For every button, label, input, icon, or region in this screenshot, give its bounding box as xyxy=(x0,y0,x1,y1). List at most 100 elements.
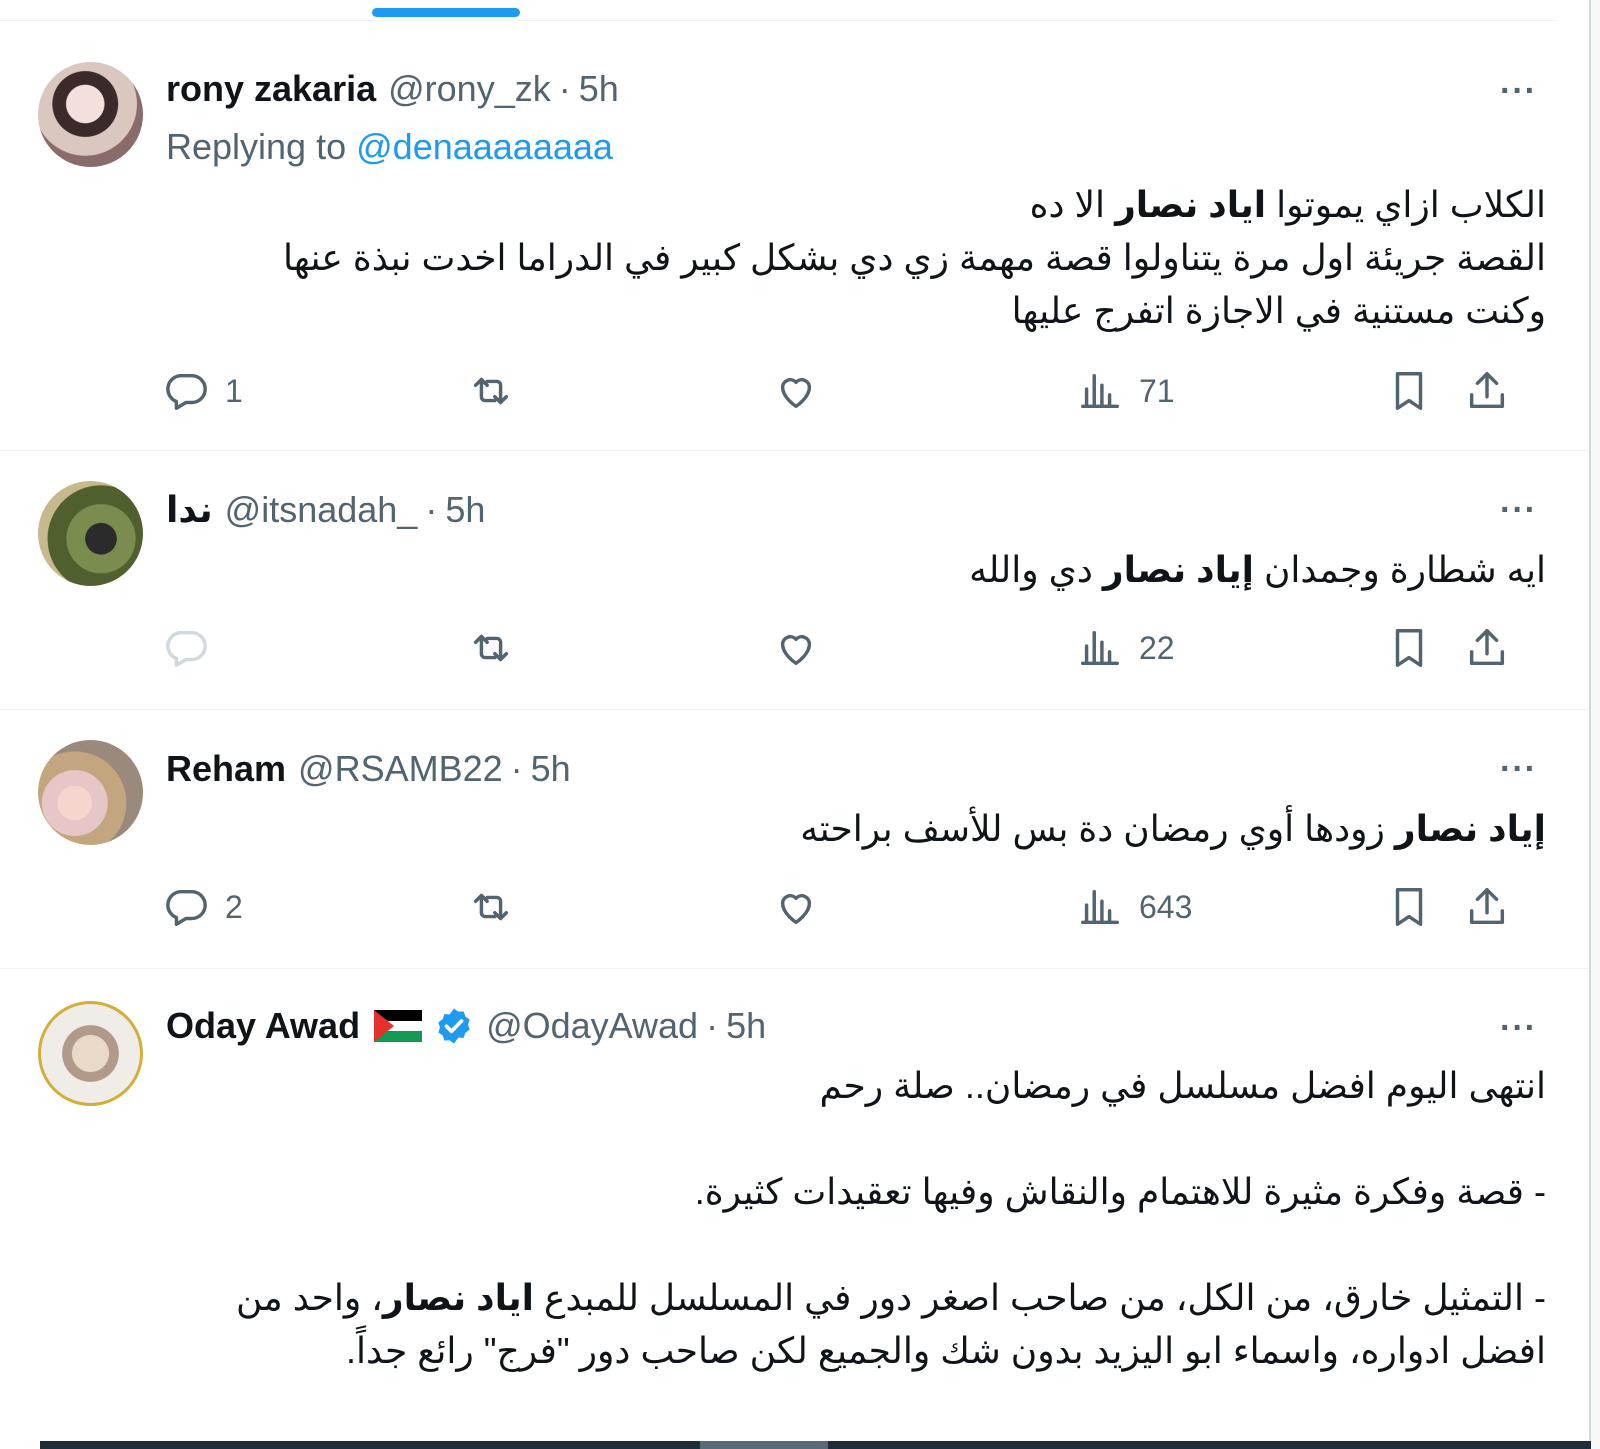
tweet-line: انتهى اليوم افضل مسلسل في رمضان.. صلة رح… xyxy=(819,1065,1546,1106)
views-button[interactable]: 22 xyxy=(1077,625,1175,671)
tweet-header: Reham @RSAMB22 · 5h xyxy=(166,748,571,790)
reply-button[interactable] xyxy=(163,625,225,671)
retweet-button[interactable] xyxy=(468,884,514,930)
views-icon xyxy=(1081,373,1119,409)
separator-dot: · xyxy=(510,748,523,789)
tweet-line: - قصة وفكرة مثيرة للاهتمام والنقاش وفيها… xyxy=(694,1171,1546,1212)
timestamp[interactable]: 5h xyxy=(445,489,485,531)
separator-dot: · xyxy=(425,489,438,530)
retweet-button[interactable] xyxy=(468,368,514,414)
user-name[interactable]: ندا xyxy=(166,489,213,531)
tweet[interactable]: rony zakaria @rony_zk · 5h ··· Replying … xyxy=(0,32,1589,451)
user-handle[interactable]: @RSAMB22 xyxy=(298,748,503,790)
tweet-line: وكنت مستنية في الاجازة اتفرج عليها xyxy=(1011,290,1546,331)
like-button[interactable] xyxy=(773,368,819,414)
user-name[interactable]: rony zakaria xyxy=(166,68,376,110)
like-button[interactable] xyxy=(773,625,819,671)
reply-count: 1 xyxy=(225,372,243,409)
avatar[interactable] xyxy=(38,740,143,845)
like-button[interactable] xyxy=(773,884,819,930)
reply-button[interactable]: 2 xyxy=(163,884,243,930)
tweet-header: ندا @itsnadah_ · 5h xyxy=(166,489,485,531)
views-button[interactable]: 71 xyxy=(1077,368,1175,414)
timestamp[interactable]: 5h xyxy=(726,1005,766,1047)
views-count: 643 xyxy=(1139,888,1193,925)
top-tabs-bar xyxy=(0,0,1558,21)
tweet-line: القصة جريئة اول مرة يتناولوا قصة مهمة زي… xyxy=(282,237,1546,278)
bookmark-icon xyxy=(1395,629,1423,667)
scrollbar-thumb[interactable] xyxy=(700,1441,828,1449)
separator-dot: · xyxy=(558,68,571,109)
share-icon xyxy=(1469,372,1505,409)
bookmark-button[interactable] xyxy=(1386,884,1432,930)
user-name[interactable]: Oday Awad xyxy=(166,1005,360,1047)
more-options-button[interactable]: ··· xyxy=(1500,750,1537,789)
share-icon xyxy=(1469,629,1505,666)
tweet-line: إياد نصار زودها أوي رمضان دة بس للأسف بر… xyxy=(800,808,1546,849)
replying-to-label: Replying to xyxy=(166,126,347,167)
more-options-button[interactable]: ··· xyxy=(1500,1009,1537,1048)
tweet-text: إياد نصار زودها أوي رمضان دة بس للأسف بر… xyxy=(170,802,1546,855)
tweet[interactable]: Oday Awad @OdayAwad · 5h ··· انتهى اليوم… xyxy=(0,969,1589,1441)
share-button[interactable] xyxy=(1464,625,1510,671)
views-icon xyxy=(1081,630,1119,666)
tweet[interactable]: ندا @itsnadah_ · 5h ··· ايه شطارة وجمدان… xyxy=(0,451,1589,710)
avatar[interactable] xyxy=(38,62,143,167)
tweet-line: ايه شطارة وجمدان إياد نصار دي والله xyxy=(969,549,1546,590)
timestamp[interactable]: 5h xyxy=(579,68,619,110)
views-count: 22 xyxy=(1139,629,1175,666)
avatar[interactable] xyxy=(38,481,143,586)
avatar[interactable] xyxy=(38,1001,143,1106)
tweet-header: rony zakaria @rony_zk · 5h xyxy=(166,68,619,110)
views-icon xyxy=(1081,889,1119,925)
share-button[interactable] xyxy=(1464,368,1510,414)
retweet-button[interactable] xyxy=(468,625,514,671)
mention-link[interactable]: @denaaaaaaaa xyxy=(356,126,613,167)
bold-mention: اياد نصار xyxy=(382,1277,534,1318)
more-options-button[interactable]: ··· xyxy=(1500,72,1537,111)
bold-mention: اياد نصار xyxy=(1115,184,1267,225)
heart-icon xyxy=(780,894,812,925)
tweet-line: - التمثيل خارق، من الكل، من صاحب اصغر دو… xyxy=(236,1277,1546,1318)
tweet-actions: 22 xyxy=(0,625,1589,675)
tweet-header: Oday Awad @OdayAwad · 5h xyxy=(166,1005,766,1047)
bookmark-icon xyxy=(1395,888,1423,926)
reply-button[interactable]: 1 xyxy=(163,368,243,414)
share-button[interactable] xyxy=(1464,884,1510,930)
reply-icon xyxy=(166,630,207,667)
user-handle[interactable]: @rony_zk xyxy=(388,68,551,110)
retweet-icon xyxy=(473,634,509,662)
bold-mention: إياد نصار xyxy=(1102,549,1254,590)
tweet-text: الكلاب ازاي يموتوا اياد نصار الا ده القص… xyxy=(170,178,1546,337)
reply-icon xyxy=(166,373,207,410)
bookmark-button[interactable] xyxy=(1386,368,1432,414)
views-button[interactable]: 643 xyxy=(1077,884,1192,930)
user-name[interactable]: Reham xyxy=(166,748,286,790)
timestamp[interactable]: 5h xyxy=(531,748,571,790)
user-handle[interactable]: @itsnadah_ xyxy=(225,489,418,531)
views-count: 71 xyxy=(1139,372,1175,409)
active-tab-indicator xyxy=(372,8,520,17)
replying-to: Replying to @denaaaaaaaa xyxy=(166,126,613,168)
reply-count: 2 xyxy=(225,888,243,925)
retweet-icon xyxy=(473,893,509,921)
retweet-icon xyxy=(473,377,509,405)
heart-icon xyxy=(780,635,812,666)
reply-icon xyxy=(166,889,207,926)
tweet-text: ايه شطارة وجمدان إياد نصار دي والله xyxy=(170,543,1546,596)
bookmark-icon xyxy=(1395,372,1423,410)
separator-dot: · xyxy=(706,1005,719,1046)
heart-icon xyxy=(780,378,812,409)
tweet-actions: 2 643 xyxy=(0,884,1589,934)
tweet-text: انتهى اليوم افضل مسلسل في رمضان.. صلة رح… xyxy=(170,1059,1546,1377)
tweet-actions: 1 71 xyxy=(0,368,1589,418)
share-icon xyxy=(1469,888,1505,925)
bold-mention: إياد نصار xyxy=(1394,808,1546,849)
more-options-button[interactable]: ··· xyxy=(1500,491,1537,530)
bookmark-button[interactable] xyxy=(1386,625,1432,671)
palestine-flag-icon xyxy=(374,1010,423,1042)
user-handle[interactable]: @OdayAwad xyxy=(486,1005,698,1047)
tweet[interactable]: Reham @RSAMB22 · 5h ··· إياد نصار زودها … xyxy=(0,710,1589,969)
tweet-line: الكلاب ازاي يموتوا اياد نصار الا ده xyxy=(1029,184,1546,225)
verified-badge-icon xyxy=(438,1008,470,1044)
